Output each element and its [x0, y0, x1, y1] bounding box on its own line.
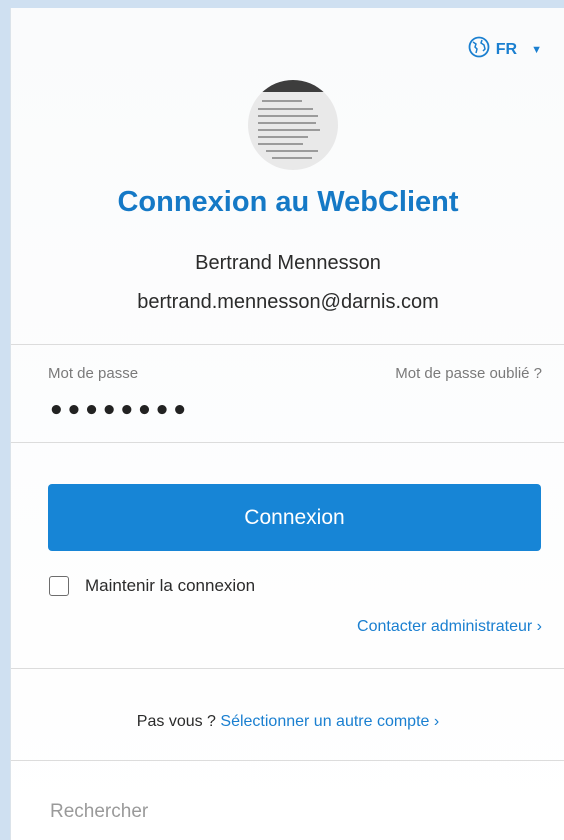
- user-email: bertrand.mennesson@darnis.com: [137, 291, 439, 313]
- language-code: FR: [495, 40, 518, 58]
- divider: [11, 760, 564, 761]
- keep-signed-in-label: Maintenir la connexion: [85, 576, 256, 595]
- login-panel: FR ▼ Connexion au WebClient Bertrand Men…: [10, 8, 564, 840]
- select-other-account-link[interactable]: Sélectionner un autre compte ›: [220, 713, 439, 730]
- divider: [11, 442, 564, 443]
- forgot-password-link[interactable]: Mot de passe oublié ?: [395, 365, 542, 382]
- language-selector[interactable]: FR ▼: [468, 36, 542, 63]
- keep-signed-in-checkbox[interactable]: [49, 576, 69, 596]
- search-input[interactable]: [48, 796, 532, 828]
- connect-button[interactable]: Connexion: [48, 484, 541, 551]
- divider: [11, 668, 564, 669]
- password-field[interactable]: [46, 392, 530, 430]
- globe-icon: [468, 36, 490, 63]
- keep-signed-in[interactable]: Maintenir la connexion: [49, 576, 255, 596]
- chevron-down-icon: ▼: [531, 43, 542, 56]
- divider: [11, 344, 564, 345]
- avatar: [248, 80, 338, 170]
- contact-admin-link[interactable]: Contacter administrateur ›: [357, 618, 542, 636]
- password-label: Mot de passe: [48, 365, 139, 382]
- switch-account-prompt: Pas vous ?: [136, 713, 216, 730]
- user-name: Bertrand Mennesson: [195, 252, 381, 274]
- switch-account: Pas vous ? Sélectionner un autre compte …: [11, 713, 564, 731]
- page-title: Connexion au WebClient: [117, 186, 459, 218]
